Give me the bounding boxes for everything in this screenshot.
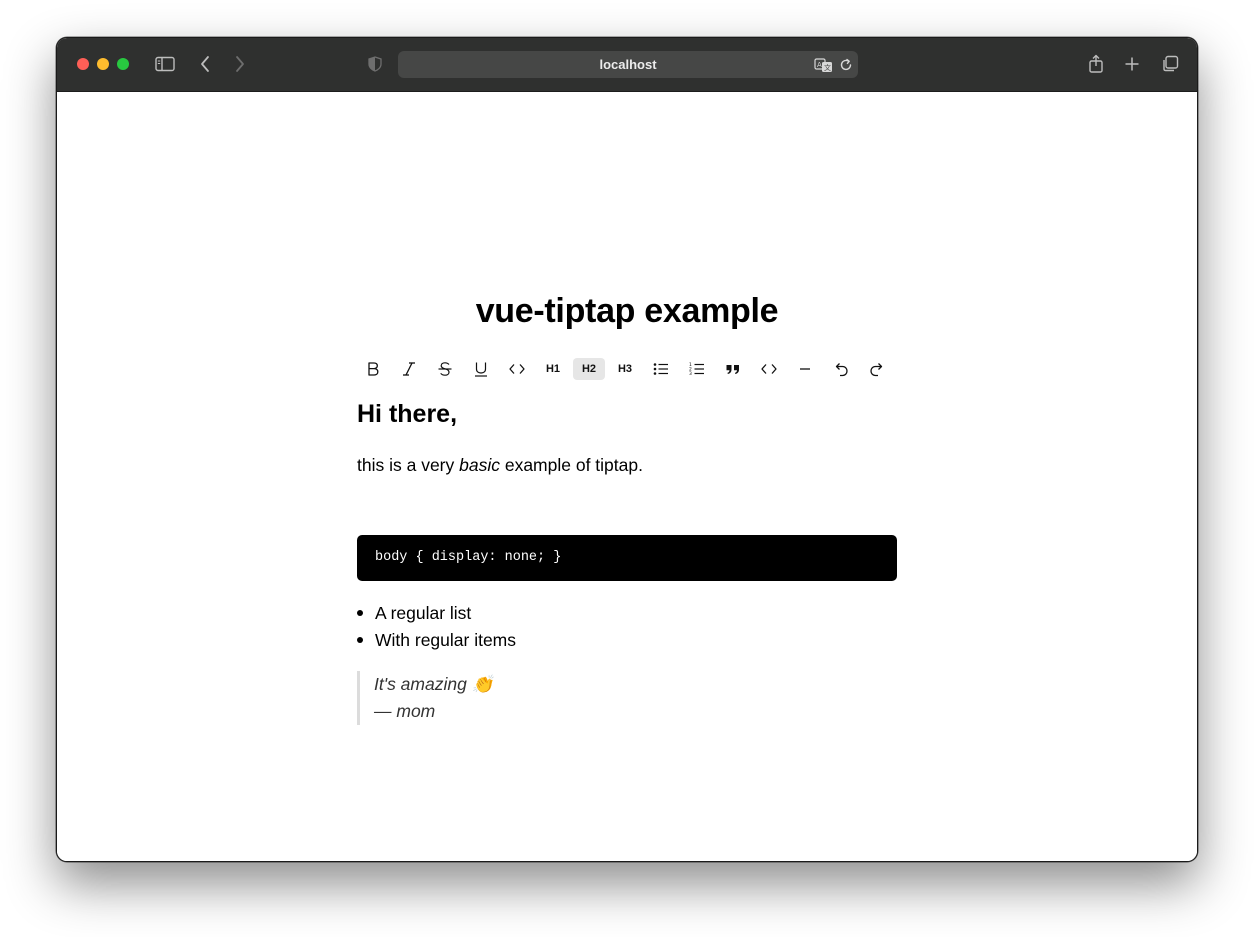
quote-text: It's amazing 👏 [374,674,494,694]
list-item: A regular list [357,602,516,629]
svg-text:3: 3 [689,371,692,376]
back-icon[interactable] [193,52,217,76]
strikethrough-icon [438,362,452,376]
code-block-icon [761,364,777,374]
italic-icon [403,362,415,376]
url-text: localhost [599,57,657,72]
sidebar-icon[interactable] [153,52,177,76]
bullet-list: A regular list With regular items [357,602,516,656]
svg-text:文: 文 [824,63,831,72]
close-window-button[interactable] [77,58,89,70]
paragraph-text-after: example of tiptap. [499,455,643,475]
bold-icon [368,362,379,376]
browser-titlebar: localhost A文 [57,38,1197,92]
new-tab-icon[interactable] [1120,52,1144,76]
h3-button[interactable]: H3 [609,358,641,380]
code-block-button[interactable] [753,358,785,380]
list-item: With regular items [357,629,516,656]
bullet-marker [357,637,363,643]
tabs-overview-icon[interactable] [1158,52,1182,76]
paragraph-text-before: this is a very [357,455,460,475]
share-icon[interactable] [1084,52,1108,76]
page-title: vue-tiptap example [475,292,779,330]
list-item-text: With regular items [375,630,517,650]
ordered-list-icon: 123 [689,362,704,376]
svg-text:A: A [817,61,822,69]
browser-window: localhost A文 vue-tiptap example H1 H2 H3… [56,37,1198,862]
strike-button[interactable] [429,358,461,380]
list-item-text: A regular list [375,603,472,623]
code-button[interactable] [501,358,533,380]
shield-icon[interactable] [363,52,387,76]
redo-icon [870,363,883,377]
ordered-list-button[interactable]: 123 [681,358,713,380]
code-block: body { display: none; } [357,535,897,581]
horizontal-rule-icon [800,368,810,370]
underline-button[interactable] [465,358,497,380]
minimize-window-button[interactable] [97,58,109,70]
blockquote-button[interactable] [717,358,749,380]
horizontal-rule-button[interactable] [789,358,821,380]
bullet-marker [357,610,363,616]
editor-paragraph: this is a very basic example of tiptap. [357,455,643,476]
forward-icon[interactable] [228,52,252,76]
code-icon [509,364,525,374]
blockquote: It's amazing 👏 — mom [357,671,493,725]
code-text: body { display: none; } [375,550,562,565]
redo-button[interactable] [861,358,893,380]
h2-button[interactable]: H2 [573,358,605,380]
undo-button[interactable] [825,358,857,380]
translate-icon[interactable]: A文 [812,53,836,77]
quote-icon [726,365,739,374]
editor-heading: Hi there, [357,400,458,428]
reload-icon[interactable] [834,53,858,77]
italic-button[interactable] [393,358,425,380]
bullet-list-icon [653,363,668,375]
underline-icon [475,362,487,377]
bold-button[interactable] [357,358,389,380]
paragraph-emphasis: basic [459,455,500,475]
web-content: vue-tiptap example H1 H2 H3 1 2 3 Hi the… [57,92,1197,861]
undo-icon [835,363,848,377]
address-bar[interactable]: localhost A文 [398,51,858,78]
bullet-list-button[interactable] [645,358,677,380]
quote-author: — mom [374,701,436,721]
h1-button[interactable]: H1 [537,358,569,380]
zoom-window-button[interactable] [117,58,129,70]
